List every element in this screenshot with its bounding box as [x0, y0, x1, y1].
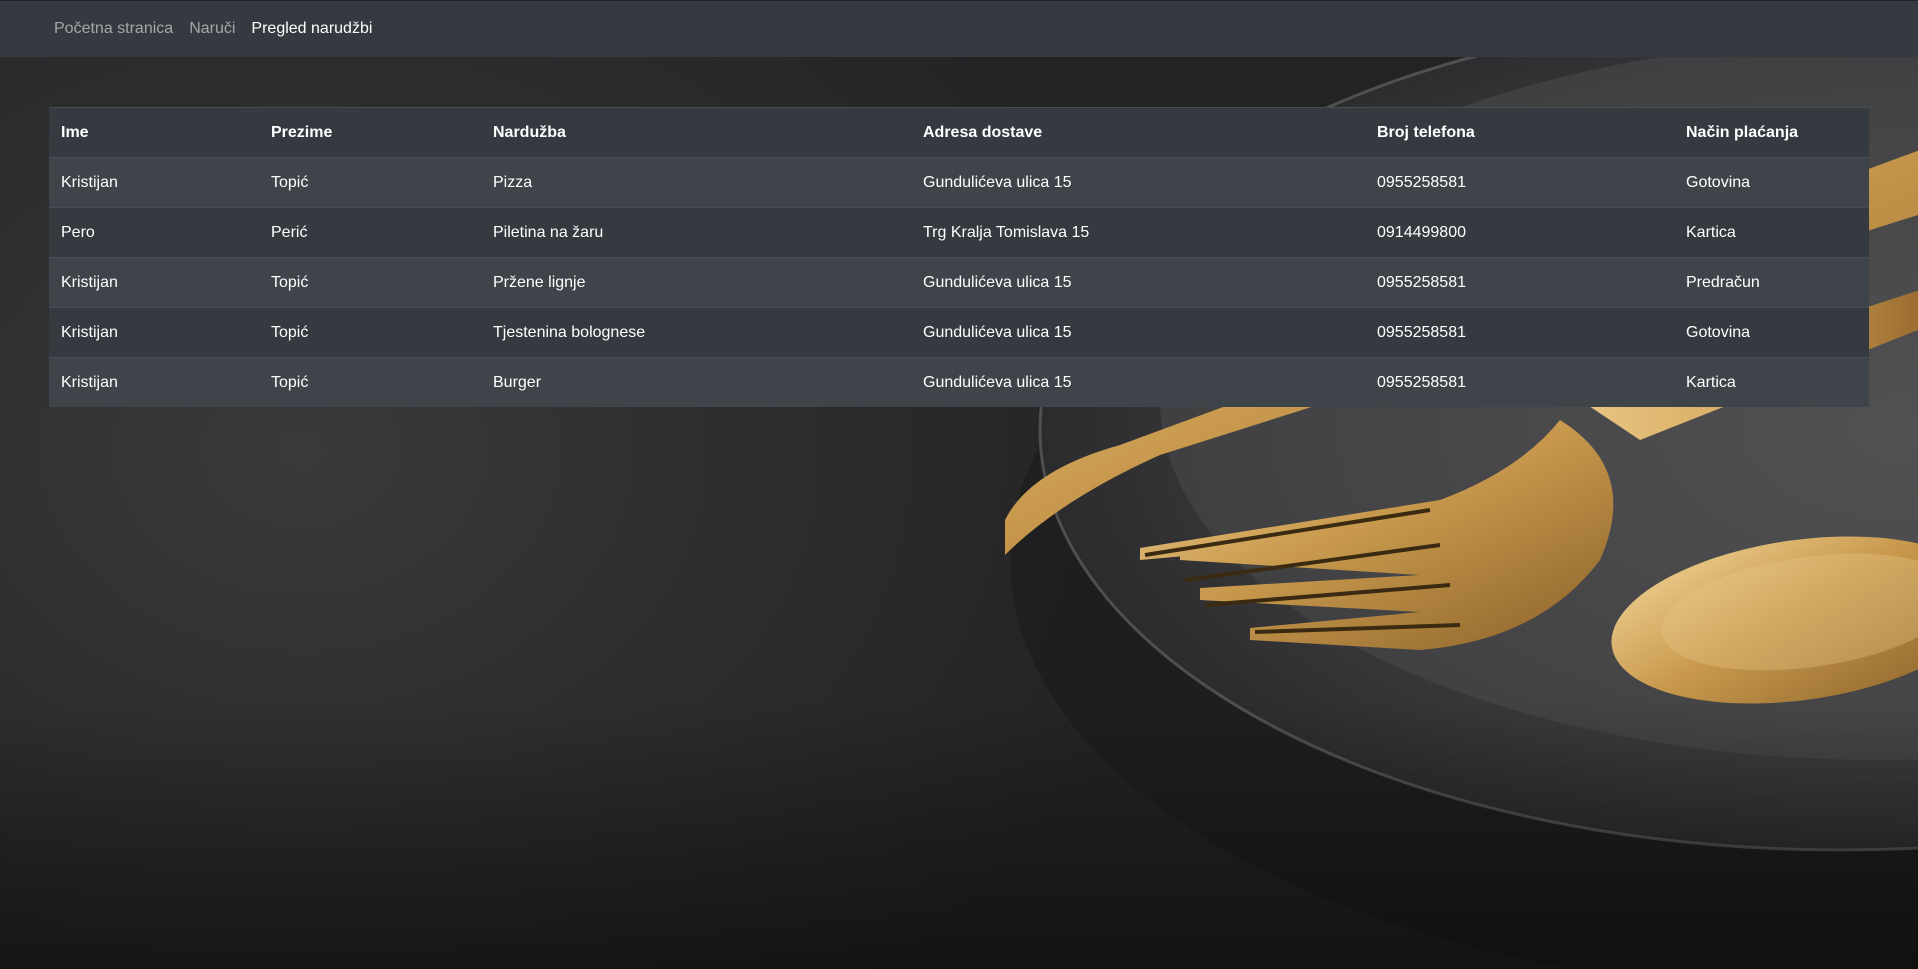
cell-first-name: Pero: [49, 207, 259, 258]
cell-delivery-address: Gundulićeva ulica 15: [911, 307, 1365, 358]
table-row: Kristijan Topić Burger Gundulićeva ulica…: [49, 357, 1869, 407]
cell-first-name: Kristijan: [49, 157, 259, 208]
table-header-row: Ime Prezime Nardužba Adresa dostave Broj…: [49, 107, 1869, 158]
orders-table-container: Ime Prezime Nardužba Adresa dostave Broj…: [49, 107, 1869, 407]
cell-payment-method: Kartica: [1674, 207, 1869, 258]
cell-first-name: Kristijan: [49, 257, 259, 308]
cell-last-name: Topić: [259, 357, 481, 407]
cell-last-name: Topić: [259, 157, 481, 208]
table-row: Kristijan Topić Tjestenina bolognese Gun…: [49, 307, 1869, 358]
table-row: Kristijan Topić Pržene lignje Gundulićev…: [49, 257, 1869, 308]
cell-last-name: Topić: [259, 307, 481, 358]
nav-link-home[interactable]: Početna stranica: [54, 20, 173, 38]
cell-first-name: Kristijan: [49, 307, 259, 358]
cell-order: Piletina na žaru: [481, 207, 911, 258]
cell-last-name: Topić: [259, 257, 481, 308]
cell-phone: 0955258581: [1365, 307, 1674, 358]
top-navbar: Početna stranica Naruči Pregled narudžbi: [0, 0, 1918, 57]
column-header-phone: Broj telefona: [1365, 107, 1674, 158]
column-header-order: Nardužba: [481, 107, 911, 158]
cell-order: Tjestenina bolognese: [481, 307, 911, 358]
cell-order: Pržene lignje: [481, 257, 911, 308]
cell-first-name: Kristijan: [49, 357, 259, 407]
table-row: Pero Perić Piletina na žaru Trg Kralja T…: [49, 207, 1869, 258]
column-header-payment-method: Način plaćanja: [1674, 107, 1869, 158]
cell-delivery-address: Trg Kralja Tomislava 15: [911, 207, 1365, 258]
cell-payment-method: Kartica: [1674, 357, 1869, 407]
cell-payment-method: Gotovina: [1674, 307, 1869, 358]
cell-last-name: Perić: [259, 207, 481, 258]
cell-delivery-address: Gundulićeva ulica 15: [911, 257, 1365, 308]
cell-phone: 0955258581: [1365, 257, 1674, 308]
table-row: Kristijan Topić Pizza Gundulićeva ulica …: [49, 157, 1869, 208]
nav-link-order[interactable]: Naruči: [189, 20, 235, 38]
orders-table: Ime Prezime Nardužba Adresa dostave Broj…: [49, 107, 1869, 407]
cell-delivery-address: Gundulićeva ulica 15: [911, 157, 1365, 208]
column-header-first-name: Ime: [49, 107, 259, 158]
cell-phone: 0914499800: [1365, 207, 1674, 258]
cell-order: Pizza: [481, 157, 911, 208]
column-header-last-name: Prezime: [259, 107, 481, 158]
cell-phone: 0955258581: [1365, 157, 1674, 208]
cell-order: Burger: [481, 357, 911, 407]
cell-phone: 0955258581: [1365, 357, 1674, 407]
cell-delivery-address: Gundulićeva ulica 15: [911, 357, 1365, 407]
column-header-delivery-address: Adresa dostave: [911, 107, 1365, 158]
cell-payment-method: Gotovina: [1674, 157, 1869, 208]
nav-link-orders-overview[interactable]: Pregled narudžbi: [251, 20, 372, 38]
cell-payment-method: Predračun: [1674, 257, 1869, 308]
